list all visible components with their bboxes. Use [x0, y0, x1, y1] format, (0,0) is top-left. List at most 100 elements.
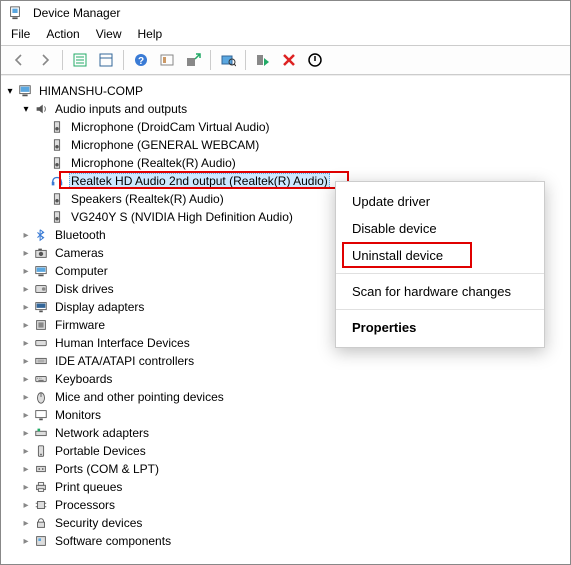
ctx-scan-hardware[interactable]: Scan for hardware changes — [336, 278, 544, 305]
category-label: Firmware — [53, 318, 107, 332]
context-menu: Update driver Disable device Uninstall d… — [335, 181, 545, 348]
device-tree[interactable]: HIMANSHU-COMP Audio inputs and outputs M… — [1, 75, 570, 560]
category-label: Mice and other pointing devices — [53, 390, 226, 404]
expand-icon[interactable] — [19, 482, 33, 493]
bluetooth-icon — [33, 227, 49, 243]
enable-device-button[interactable] — [251, 49, 275, 71]
security-icon — [33, 515, 49, 531]
tree-category-row[interactable]: Software components — [3, 532, 570, 550]
properties-button[interactable] — [94, 49, 118, 71]
expand-icon[interactable] — [19, 104, 33, 115]
category-label: Portable Devices — [53, 444, 148, 458]
svg-text:?: ? — [138, 56, 144, 67]
speaker-icon — [49, 209, 65, 225]
separator — [336, 273, 544, 274]
headphones-icon — [49, 173, 65, 189]
show-hide-console-tree-button[interactable] — [68, 49, 92, 71]
expand-icon[interactable] — [19, 284, 33, 295]
expand-icon[interactable] — [19, 446, 33, 457]
ctx-disable-device[interactable]: Disable device — [336, 215, 544, 242]
device-label: Microphone (DroidCam Virtual Audio) — [69, 120, 272, 134]
ctx-uninstall-device[interactable]: Uninstall device — [336, 242, 544, 269]
action-button[interactable] — [155, 49, 179, 71]
category-label: Print queues — [53, 480, 124, 494]
tree-category-row[interactable]: Portable Devices — [3, 442, 570, 460]
ports-icon — [33, 461, 49, 477]
device-label: Microphone (Realtek(R) Audio) — [69, 156, 238, 170]
expand-icon[interactable] — [19, 410, 33, 421]
expand-icon[interactable] — [19, 392, 33, 403]
printer-icon — [33, 479, 49, 495]
speaker-icon — [49, 155, 65, 171]
help-button[interactable]: ? — [129, 49, 153, 71]
expand-icon[interactable] — [19, 248, 33, 259]
expand-icon[interactable] — [3, 86, 17, 97]
expand-icon[interactable] — [19, 230, 33, 241]
expand-icon[interactable] — [19, 338, 33, 349]
category-label: Ports (COM & LPT) — [53, 462, 161, 476]
monitor-icon — [33, 407, 49, 423]
expand-icon[interactable] — [19, 356, 33, 367]
update-driver-button[interactable] — [181, 49, 205, 71]
ctx-update-driver[interactable]: Update driver — [336, 188, 544, 215]
menu-action[interactable]: Action — [46, 27, 79, 41]
uninstall-button[interactable] — [277, 49, 301, 71]
separator — [62, 50, 63, 70]
menu-file[interactable]: File — [11, 27, 30, 41]
tree-root-row[interactable]: HIMANSHU-COMP — [3, 82, 570, 100]
disable-device-button[interactable] — [303, 49, 327, 71]
separator — [123, 50, 124, 70]
tree-category-row[interactable]: Mice and other pointing devices — [3, 388, 570, 406]
scan-hardware-button[interactable] — [216, 49, 240, 71]
tree-device-row[interactable]: Microphone (DroidCam Virtual Audio) — [3, 118, 570, 136]
tree-category-row[interactable]: Print queues — [3, 478, 570, 496]
tree-category-row[interactable]: Keyboards — [3, 370, 570, 388]
category-label: Bluetooth — [53, 228, 108, 242]
tree-category-audio[interactable]: Audio inputs and outputs — [3, 100, 570, 118]
back-button[interactable] — [7, 49, 31, 71]
expand-icon[interactable] — [19, 428, 33, 439]
device-label: Speakers (Realtek(R) Audio) — [69, 192, 226, 206]
tree-category-row[interactable]: Monitors — [3, 406, 570, 424]
separator — [245, 50, 246, 70]
expand-icon[interactable] — [19, 536, 33, 547]
category-label: Network adapters — [53, 426, 151, 440]
expand-icon[interactable] — [19, 464, 33, 475]
tree-category-row[interactable]: Processors — [3, 496, 570, 514]
toolbar: ? — [1, 45, 570, 75]
tree-category-row[interactable]: Security devices — [3, 514, 570, 532]
expand-icon[interactable] — [19, 518, 33, 529]
tree-category-row[interactable]: IDE ATA/ATAPI controllers — [3, 352, 570, 370]
category-label: Human Interface Devices — [53, 336, 192, 350]
keyboard-icon — [33, 371, 49, 387]
portable-icon — [33, 443, 49, 459]
ide-icon — [33, 353, 49, 369]
expand-icon[interactable] — [19, 374, 33, 385]
menu-help[interactable]: Help — [138, 27, 163, 41]
expand-icon[interactable] — [19, 266, 33, 277]
forward-button[interactable] — [33, 49, 57, 71]
tree-device-row[interactable]: Microphone (Realtek(R) Audio) — [3, 154, 570, 172]
network-icon — [33, 425, 49, 441]
separator — [210, 50, 211, 70]
menu-view[interactable]: View — [96, 27, 122, 41]
category-label: Disk drives — [53, 282, 116, 296]
menubar: File Action View Help — [1, 25, 570, 45]
category-label: Display adapters — [53, 300, 146, 314]
titlebar: Device Manager — [1, 1, 570, 25]
audio-icon — [33, 101, 49, 117]
separator — [336, 309, 544, 310]
ctx-properties[interactable]: Properties — [336, 314, 544, 341]
device-label: VG240Y S (NVIDIA High Definition Audio) — [69, 210, 295, 224]
expand-icon[interactable] — [19, 320, 33, 331]
category-label: Keyboards — [53, 372, 114, 386]
expand-icon[interactable] — [19, 302, 33, 313]
speaker-icon — [49, 137, 65, 153]
tree-category-row[interactable]: Ports (COM & LPT) — [3, 460, 570, 478]
software-icon — [33, 533, 49, 549]
tree-root-label: HIMANSHU-COMP — [37, 84, 145, 98]
processor-icon — [33, 497, 49, 513]
tree-device-row[interactable]: Microphone (GENERAL WEBCAM) — [3, 136, 570, 154]
expand-icon[interactable] — [19, 500, 33, 511]
tree-category-row[interactable]: Network adapters — [3, 424, 570, 442]
